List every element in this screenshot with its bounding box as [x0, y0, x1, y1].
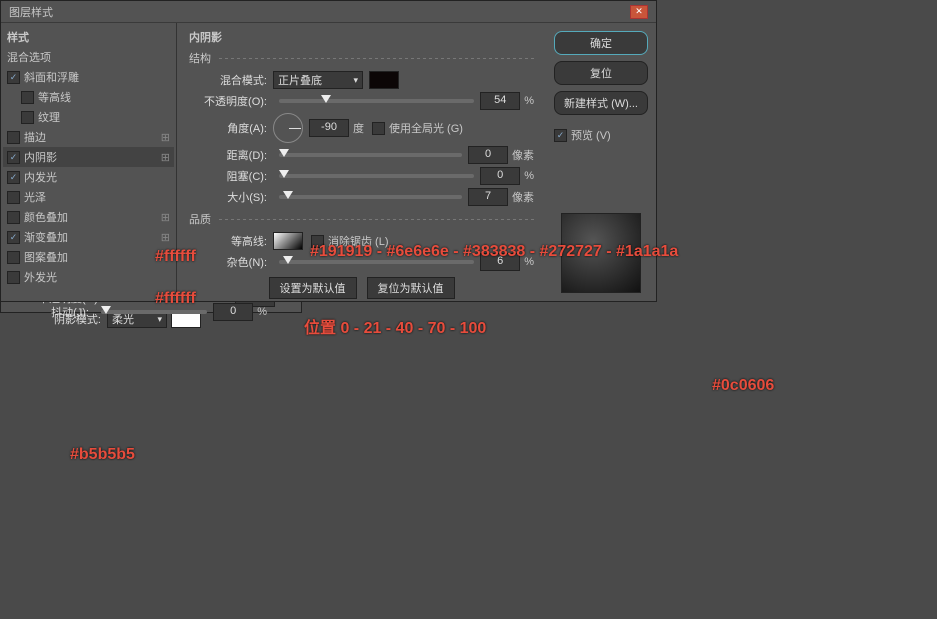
chk-contour[interactable] [21, 91, 34, 104]
style-coloroverlay[interactable]: 颜色叠加⊞ [3, 207, 174, 227]
is-noise-label: 杂色(N): [189, 254, 267, 270]
ig-jitter-input[interactable]: 0 [213, 303, 253, 321]
is-px: 像素 [512, 147, 534, 163]
is-aa-label: 消除锯齿 (L) [328, 233, 389, 249]
cancel-button-2[interactable]: 复位 [554, 61, 648, 85]
close-icon-2[interactable]: ✕ [630, 5, 648, 19]
plus-icon[interactable]: ⊞ [161, 231, 170, 244]
ig-jitter-label: 抖动(J): [11, 304, 89, 320]
is-global-checkbox[interactable] [372, 122, 385, 135]
is-qual: 品质 [189, 211, 217, 227]
chk-color[interactable] [7, 211, 20, 224]
is-noise-slider[interactable] [279, 260, 474, 264]
ok-button-2[interactable]: 确定 [554, 31, 648, 55]
is-contour[interactable] [273, 232, 303, 250]
is-pct3: % [524, 256, 534, 268]
is-choke-slider[interactable] [279, 174, 474, 178]
style-patternoverlay[interactable]: 图案叠加 [3, 247, 174, 267]
style-stroke[interactable]: 描边⊞ [3, 127, 174, 147]
title2: 图层样式 [9, 4, 53, 20]
chk-bevel[interactable] [7, 71, 20, 84]
plus-icon[interactable]: ⊞ [161, 151, 170, 164]
is-choke-input[interactable]: 0 [480, 167, 520, 185]
styles-head: 样式 [3, 27, 174, 47]
is-mode-label: 混合模式: [189, 72, 267, 88]
is-pct2: % [524, 170, 534, 182]
chk-pattern[interactable] [7, 251, 20, 264]
blend-options[interactable]: 混合选项 [3, 47, 174, 67]
is-angle-label: 角度(A): [189, 120, 267, 136]
style-innershadow[interactable]: 内阴影⊞ [3, 147, 174, 167]
plus-icon[interactable]: ⊞ [161, 211, 170, 224]
is-aa-checkbox[interactable] [311, 235, 324, 248]
is-angle-input[interactable]: -90 [309, 119, 349, 137]
is-set-default-button[interactable]: 设置为默认值 [269, 277, 357, 299]
style-outerglow[interactable]: 外发光 [3, 267, 174, 287]
preview-checkbox[interactable] [554, 129, 567, 142]
is-mode-select[interactable]: 正片叠底 [273, 71, 363, 89]
is-op-label: 不透明度(O): [189, 93, 267, 109]
style-gradoverlay[interactable]: 渐变叠加⊞ [3, 227, 174, 247]
ig-pct5: % [257, 306, 267, 318]
ig-jitter-slider[interactable] [101, 310, 207, 314]
layer-style-dialog-2: 图层样式 ✕ 样式 混合选项 斜面和浮雕 等高线 纹理 描边⊞ 内阴影⊞ 内发光… [0, 0, 657, 302]
styles-list: 样式 混合选项 斜面和浮雕 等高线 纹理 描边⊞ 内阴影⊞ 内发光 光泽 颜色叠… [1, 23, 177, 301]
is-dist-slider[interactable] [279, 153, 462, 157]
is-deg: 度 [353, 120, 364, 136]
is-dist-input[interactable]: 0 [468, 146, 508, 164]
style-contour[interactable]: 等高线 [3, 87, 174, 107]
chk-outerglow[interactable] [7, 271, 20, 284]
chk-texture[interactable] [21, 111, 34, 124]
style-bevel[interactable]: 斜面和浮雕 [3, 67, 174, 87]
annotation-positions: 位置 0 - 21 - 40 - 70 - 100 [304, 314, 486, 338]
is-global-label: 使用全局光 (G) [389, 120, 463, 136]
is-op-slider[interactable] [279, 99, 474, 103]
chk-innerglow[interactable] [7, 171, 20, 184]
annotation-glow-color: #b5b5b5 [70, 446, 135, 464]
style-texture[interactable]: 纹理 [3, 107, 174, 127]
is-size-label: 大小(S): [189, 189, 267, 205]
style-innerglow[interactable]: 内发光 [3, 167, 174, 187]
is-size-slider[interactable] [279, 195, 462, 199]
is-px2: 像素 [512, 189, 534, 205]
chk-stroke[interactable] [7, 131, 20, 144]
is-reset-default-button[interactable]: 复位为默认值 [367, 277, 455, 299]
annotation-shadow-color: #0c0606 [712, 377, 774, 395]
is-color-swatch[interactable] [369, 71, 399, 89]
is-struct: 结构 [189, 50, 217, 66]
chk-grad[interactable] [7, 231, 20, 244]
is-title: 内阴影 [189, 29, 534, 45]
is-op-input[interactable]: 54 [480, 92, 520, 110]
chk-innershadow[interactable] [7, 151, 20, 164]
is-contour-label: 等高线: [189, 233, 267, 249]
is-size-input[interactable]: 7 [468, 188, 508, 206]
plus-icon[interactable]: ⊞ [161, 131, 170, 144]
chk-satin[interactable] [7, 191, 20, 204]
style-satin[interactable]: 光泽 [3, 187, 174, 207]
is-noise-input[interactable]: 6 [480, 253, 520, 271]
inner-shadow-settings: 内阴影 结构 混合模式: 正片叠底 不透明度(O): 54% 角度(A): -90度 使… [177, 23, 546, 301]
preview-swatch [561, 213, 641, 293]
is-dist-label: 距离(D): [189, 147, 267, 163]
is-pct: % [524, 95, 534, 107]
new-style-button[interactable]: 新建样式 (W)... [554, 91, 648, 115]
preview-label: 预览 (V) [571, 127, 611, 143]
is-choke-label: 阻塞(C): [189, 168, 267, 184]
is-angle-dial[interactable] [273, 113, 303, 143]
right-buttons: 确定 复位 新建样式 (W)... 预览 (V) [546, 23, 656, 301]
